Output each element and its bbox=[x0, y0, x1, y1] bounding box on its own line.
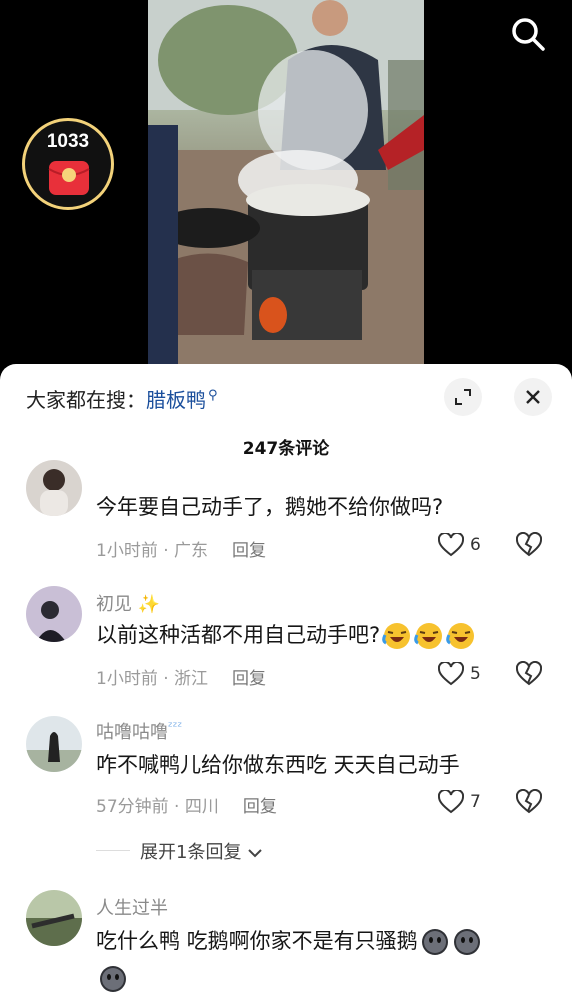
like-count: 6 bbox=[470, 535, 481, 555]
comment-username: 人生过半 bbox=[96, 898, 168, 919]
avatar[interactable] bbox=[26, 460, 82, 516]
like-count: 5 bbox=[470, 664, 481, 684]
laughing-emoji-icon bbox=[382, 623, 411, 649]
comment-location: 广东 bbox=[174, 541, 209, 561]
avatar[interactable] bbox=[26, 586, 82, 642]
comment-count-title: 247条评论 bbox=[242, 439, 330, 459]
like-button[interactable]: 7 bbox=[438, 789, 481, 815]
like-button[interactable]: 5 bbox=[438, 661, 481, 687]
smirk-emoji-icon bbox=[421, 929, 448, 955]
trending-prefix: 大家都在搜： bbox=[26, 388, 146, 412]
comment-time: 1小时前 bbox=[96, 541, 158, 561]
smirk-emoji-icon bbox=[453, 929, 480, 955]
search-small-icon: ⚲ bbox=[208, 388, 218, 404]
comment-sheet-header: 大家都在搜：腊板鸭 ⚲ 247条评论 bbox=[0, 364, 572, 464]
red-envelope-icon bbox=[48, 161, 90, 195]
reply-button[interactable]: 回复 bbox=[232, 669, 266, 689]
expand-replies-button[interactable]: 展开1条回复 bbox=[140, 838, 263, 864]
reply-button[interactable]: 回复 bbox=[243, 797, 277, 817]
expand-divider bbox=[96, 850, 130, 851]
cooking-scene-image bbox=[148, 0, 424, 365]
red-envelope-widget[interactable]: 1033 bbox=[22, 118, 114, 210]
comment-location: 浙江 bbox=[174, 669, 209, 689]
broken-heart-icon[interactable] bbox=[516, 532, 542, 558]
comment-meta: 57分钟前 · 四川 回复 bbox=[96, 797, 277, 817]
broken-heart-icon[interactable] bbox=[516, 661, 542, 687]
comment-text: 以前这种活都不用自己动手吧? bbox=[96, 620, 476, 651]
video-frame[interactable] bbox=[148, 0, 424, 365]
close-icon bbox=[526, 390, 540, 404]
reply-button[interactable]: 回复 bbox=[232, 541, 266, 561]
search-icon bbox=[512, 18, 545, 51]
chevron-down-icon bbox=[248, 849, 262, 858]
like-count: 7 bbox=[470, 792, 481, 812]
comment-text: 咋不喊鸭儿给你做东西吃 天天自己动手 bbox=[96, 753, 460, 777]
avatar-image bbox=[26, 890, 82, 946]
close-button[interactable] bbox=[514, 378, 552, 416]
comment-meta: 1小时前 · 广东 回复 bbox=[96, 541, 267, 561]
avatar-image bbox=[26, 460, 82, 516]
heart-icon bbox=[438, 533, 464, 557]
like-button[interactable]: 6 bbox=[438, 532, 481, 558]
comment-sheet: 大家都在搜：腊板鸭 ⚲ 247条评论 今年要自己动手了，鹅她不给你做吗? 1小时… bbox=[0, 364, 572, 1000]
avatar-image bbox=[26, 716, 82, 772]
heart-icon bbox=[438, 790, 464, 814]
comment-text: 吃什么鸭 吃鹅啊你家不是有只骚鹅 bbox=[96, 926, 482, 957]
avatar[interactable] bbox=[26, 890, 82, 946]
comment-location: 四川 bbox=[184, 797, 219, 817]
comment-username: 初见 ✨ bbox=[96, 594, 161, 615]
trending-keyword[interactable]: 腊板鸭 bbox=[146, 388, 206, 412]
heart-icon bbox=[438, 662, 464, 686]
comment-time: 1小时前 bbox=[96, 669, 158, 689]
comment-text: 今年要自己动手了，鹅她不给你做吗? bbox=[96, 495, 444, 519]
laughing-emoji-icon bbox=[446, 623, 475, 649]
laughing-emoji-icon bbox=[414, 623, 443, 649]
trending-search: 大家都在搜：腊板鸭 ⚲ bbox=[26, 384, 218, 413]
search-button[interactable] bbox=[506, 12, 550, 56]
expand-button[interactable] bbox=[444, 378, 482, 416]
comment-username: 咕噜咕噜ᶻᶻᶻ bbox=[96, 720, 183, 743]
avatar[interactable] bbox=[26, 716, 82, 772]
comment-time: 57分钟前 bbox=[96, 797, 169, 817]
avatar-image bbox=[26, 586, 82, 642]
comment-meta: 1小时前 · 浙江 回复 bbox=[96, 669, 267, 689]
video-area[interactable]: 1033 bbox=[0, 0, 572, 375]
redpacket-count: 1033 bbox=[46, 131, 90, 152]
broken-heart-icon[interactable] bbox=[516, 789, 542, 815]
expand-icon bbox=[455, 389, 471, 405]
sparkle-icon: ✨ bbox=[132, 594, 161, 615]
smirk-emoji-icon bbox=[100, 966, 126, 992]
sleep-zzz-icon: ᶻᶻᶻ bbox=[168, 720, 183, 735]
